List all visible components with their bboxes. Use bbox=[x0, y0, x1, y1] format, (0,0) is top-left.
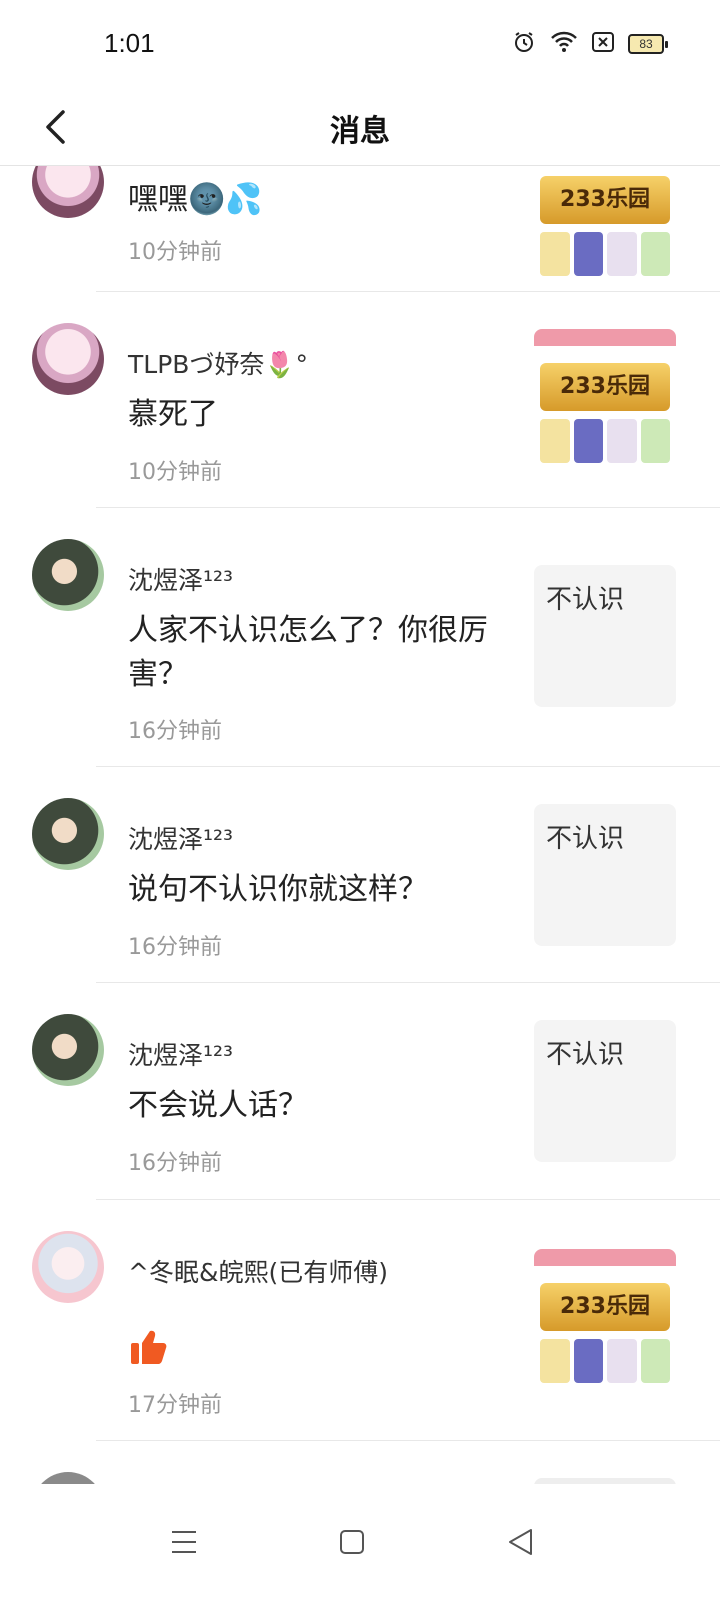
system-nav-bar bbox=[0, 1484, 720, 1600]
message-time: 16分钟前 bbox=[128, 935, 222, 960]
message-list[interactable]: 嘿嘿🌚💦 10分钟前 233乐园 TLPBづ妤奈🌷° 慕死了 10分钟前 233… bbox=[0, 166, 720, 1484]
sender-name[interactable]: TLPBづ妤奈🌷° bbox=[128, 345, 308, 381]
thumbnail-figures bbox=[540, 1339, 670, 1383]
post-thumbnail[interactable]: 不认识 bbox=[534, 565, 676, 707]
list-item[interactable]: 沈煜泽¹²³ 说句不认识你就这样？ 16分钟前 不认识 bbox=[0, 766, 720, 983]
battery-icon: 83 bbox=[628, 34, 668, 54]
back-nav-button[interactable] bbox=[496, 1518, 544, 1566]
list-item[interactable]: ^冬眠&皖熙(已有师傅) 17分钟前 233乐园 bbox=[0, 1199, 720, 1441]
list-item[interactable]: 沈煜泽¹²³ 人家不认识怎么了？你很厉害？ 16分钟前 不认识 bbox=[0, 507, 720, 767]
alarm-icon bbox=[512, 30, 536, 58]
thumbnail-figures bbox=[540, 232, 670, 276]
home-button[interactable] bbox=[328, 1518, 376, 1566]
list-item[interactable]: TLPBづ妤奈🌷° 慕死了 10分钟前 233乐园 bbox=[0, 291, 720, 508]
sender-name[interactable]: 沈煜泽¹²³ bbox=[128, 820, 233, 856]
avatar[interactable] bbox=[32, 1231, 104, 1303]
message-text: 人家不认识怎么了？你很厉害？ bbox=[128, 613, 488, 692]
wifi-icon bbox=[550, 31, 578, 57]
avatar[interactable] bbox=[32, 166, 104, 218]
status-time: 1:01 bbox=[104, 28, 155, 58]
message-time: 16分钟前 bbox=[128, 719, 222, 744]
post-thumbnail[interactable]: 233乐园 bbox=[534, 1249, 676, 1391]
message-time: 10分钟前 bbox=[128, 240, 222, 265]
avatar[interactable] bbox=[32, 1014, 104, 1086]
list-item[interactable] bbox=[0, 1440, 720, 1484]
page-title: 消息 bbox=[330, 114, 390, 149]
thumbnail-figures bbox=[540, 419, 670, 463]
sender-name[interactable]: 沈煜泽¹²³ bbox=[128, 561, 233, 597]
message-text: 嘿嘿🌚💦 bbox=[128, 182, 263, 217]
post-thumbnail[interactable]: 233乐园 bbox=[534, 329, 676, 471]
status-bar: 1:01 83 bbox=[0, 0, 720, 88]
status-icons: 83 bbox=[512, 30, 668, 58]
post-thumbnail[interactable]: 不认识 bbox=[534, 804, 676, 946]
home-square-icon bbox=[340, 1530, 364, 1554]
thumbnail-text: 不认识 bbox=[546, 585, 625, 615]
thumbnail-title: 233乐园 bbox=[540, 176, 670, 224]
message-time: 17分钟前 bbox=[128, 1393, 222, 1418]
avatar[interactable] bbox=[32, 1472, 104, 1484]
list-item[interactable]: 嘿嘿🌚💦 10分钟前 233乐园 bbox=[0, 166, 720, 292]
back-triangle-icon bbox=[509, 1529, 532, 1555]
list-item[interactable]: 沈煜泽¹²³ 不会说人话？ 16分钟前 不认识 bbox=[0, 982, 720, 1200]
avatar[interactable] bbox=[32, 539, 104, 611]
message-text: 说句不认识你就这样？ bbox=[128, 872, 428, 907]
avatar[interactable] bbox=[32, 798, 104, 870]
post-thumbnail[interactable]: 233乐园 bbox=[534, 166, 676, 284]
sender-name[interactable]: ^冬眠&皖熙(已有师傅) bbox=[128, 1253, 388, 1289]
message-time: 10分钟前 bbox=[128, 460, 222, 485]
avatar[interactable] bbox=[32, 323, 104, 395]
message-time: 16分钟前 bbox=[128, 1151, 222, 1176]
post-thumbnail[interactable]: 不认识 bbox=[534, 1020, 676, 1162]
menu-icon bbox=[172, 1531, 196, 1553]
message-text: 不会说人话？ bbox=[128, 1088, 308, 1123]
thumbs-up-icon bbox=[130, 1329, 168, 1369]
sim-off-icon bbox=[592, 32, 614, 56]
sender-name[interactable]: 沈煜泽¹²³ bbox=[128, 1036, 233, 1072]
thumbnail-title: 233乐园 bbox=[540, 1283, 670, 1331]
thumbnail-title: 233乐园 bbox=[540, 363, 670, 411]
menu-button[interactable] bbox=[160, 1518, 208, 1566]
thumbnail-text: 不认识 bbox=[546, 1040, 625, 1070]
message-text: 慕死了 bbox=[128, 397, 218, 432]
header: 消息 bbox=[0, 88, 720, 166]
thumbnail-text: 不认识 bbox=[546, 824, 625, 854]
